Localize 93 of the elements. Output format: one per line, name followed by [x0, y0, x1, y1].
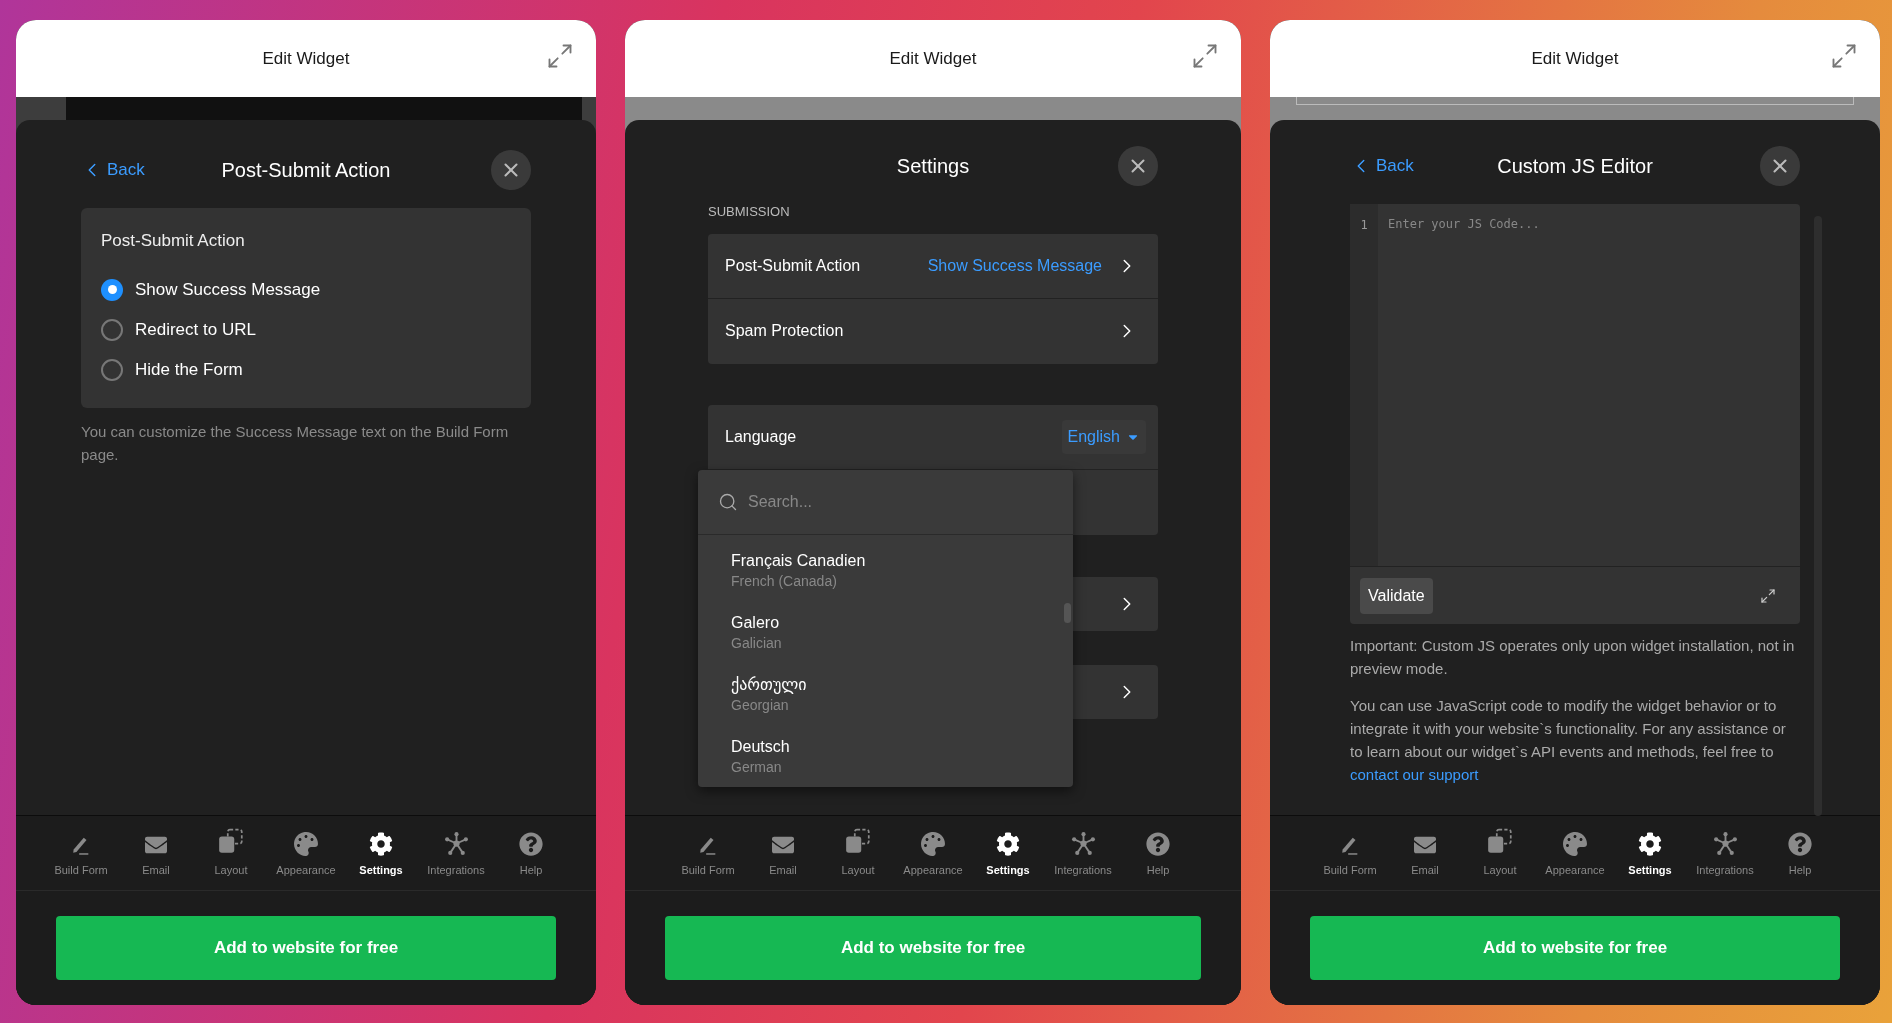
row-label: Language	[725, 426, 797, 447]
scrollbar[interactable]	[1814, 216, 1822, 816]
language-option[interactable]: Français Canadien French (Canada)	[698, 545, 1073, 597]
search-icon	[718, 492, 738, 512]
language-name: ქართული	[731, 675, 808, 695]
window-title: Edit Widget	[1531, 47, 1619, 70]
language-name: Français Canadien	[731, 551, 867, 571]
scrollbar-thumb[interactable]	[1064, 603, 1071, 623]
nav-tab[interactable]: Help	[1120, 827, 1196, 879]
nav-tab[interactable]: Layout	[820, 827, 896, 879]
nav-tab[interactable]: Email	[118, 827, 194, 879]
expand-button[interactable]	[1191, 42, 1219, 70]
close-button[interactable]	[1118, 146, 1158, 186]
expand-button[interactable]	[1830, 42, 1858, 70]
section-label: SUBMISSION	[708, 203, 791, 221]
expand-button[interactable]	[546, 42, 574, 70]
row-label: Post-Submit Action	[725, 255, 861, 276]
help-text: You can customize the Success Message text on the Build Form page.	[81, 421, 510, 465]
language-english-name: French (Canada)	[731, 572, 838, 591]
nav-tab[interactable]: Appearance	[268, 827, 344, 879]
sheet-title: Custom JS Editor	[1497, 154, 1653, 179]
important-note: Important: Custom JS operates only upon widget installation, not in preview mode.	[1350, 636, 1796, 679]
language-option[interactable]: Deutsch German	[698, 731, 1073, 783]
window-title: Edit Widget	[889, 47, 977, 70]
nav-tab[interactable]: Email	[1387, 827, 1463, 879]
network-icon	[1712, 830, 1738, 856]
radio-option[interactable]: Hide the Form	[101, 349, 511, 390]
sheet-title: Settings	[896, 154, 970, 179]
nav-tab[interactable]: Appearance	[895, 827, 971, 879]
line-number: 1	[1360, 217, 1368, 234]
settings-icon	[996, 831, 1020, 856]
nav-tab[interactable]: Build Form	[670, 827, 746, 879]
validate-button[interactable]: Validate	[1360, 577, 1433, 614]
window-title: Edit Widget	[262, 47, 350, 70]
palette-icon	[294, 831, 318, 856]
nav-tab[interactable]: Settings	[1612, 827, 1688, 879]
radio-button[interactable]	[101, 358, 123, 381]
nav-tab[interactable]: Settings	[970, 827, 1046, 879]
layout-icon	[1486, 827, 1514, 856]
language-english-name: Galician	[731, 634, 783, 653]
help-icon	[1788, 831, 1812, 856]
nav-tab[interactable]: Integrations	[1045, 827, 1121, 879]
row-value: Show Success Message	[927, 255, 1102, 276]
add-to-website-button[interactable]: Add to website for free	[56, 916, 556, 980]
add-to-website-button[interactable]: Add to website for free	[665, 916, 1201, 980]
help-icon	[519, 831, 543, 856]
nav-tab[interactable]: Appearance	[1537, 827, 1613, 879]
language-option[interactable]: Galero Galician	[698, 607, 1073, 659]
nav-tab[interactable]: Integrations	[418, 827, 494, 879]
card-title: Post-Submit Action	[101, 230, 246, 252]
network-icon	[1070, 830, 1096, 856]
back-link[interactable]: Back	[1350, 153, 1414, 179]
layout-icon	[844, 827, 872, 856]
language-name: Galero	[731, 613, 781, 633]
nav-tab[interactable]: Layout	[193, 827, 269, 879]
nav-tab[interactable]: Layout	[1462, 827, 1538, 879]
search-field[interactable]: Search...	[748, 490, 1008, 514]
code-editor[interactable]: 1 Enter your JS Code... Validate	[1350, 204, 1800, 624]
palette-icon	[921, 831, 945, 856]
support-link[interactable]: contact our support	[1350, 766, 1479, 783]
close-button[interactable]	[1760, 146, 1800, 186]
radio-option[interactable]: Redirect to URL	[101, 309, 511, 350]
nav-tab[interactable]: Email	[745, 827, 821, 879]
layout-icon	[217, 827, 245, 856]
sheet-title: Post-Submit Action	[221, 158, 391, 183]
nav-tab[interactable]: Settings	[343, 827, 419, 879]
expand-icon[interactable]	[1760, 587, 1776, 604]
language-name: Deutsch	[731, 737, 791, 757]
settings-row[interactable]: Language English	[708, 404, 1158, 470]
radio-option[interactable]: Show Success Message	[101, 269, 511, 310]
network-icon	[443, 830, 469, 856]
row-label: Spam Protection	[725, 321, 844, 341]
settings-icon	[1638, 831, 1662, 856]
language-english-name: Georgian	[731, 696, 790, 715]
nav-tab[interactable]: Help	[1762, 827, 1838, 879]
settings-row[interactable]: Post-Submit Action Show Success Message	[708, 233, 1158, 299]
nav-tab[interactable]: Help	[493, 827, 569, 879]
language-english-name: German	[731, 758, 783, 777]
language-select[interactable]: English	[1061, 419, 1146, 454]
back-link[interactable]: Back	[81, 157, 145, 183]
nav-tab[interactable]: Build Form	[1312, 827, 1388, 879]
language-option[interactable]: ქართული Georgian	[698, 669, 1073, 721]
help-icon	[1146, 831, 1170, 856]
nav-tab[interactable]: Build Form	[43, 827, 119, 879]
settings-icon	[369, 831, 393, 856]
radio-button[interactable]	[101, 278, 123, 301]
radio-button[interactable]	[101, 318, 123, 341]
help-text: You can use JavaScript code to modify the widget behavior or to integrate it with your website`s functionality. For any assistance or to learn about our widget`s API events and methods, feel free to contact our support	[1350, 696, 1787, 785]
palette-icon	[1563, 831, 1587, 856]
nav-tab[interactable]: Integrations	[1687, 827, 1763, 879]
settings-row[interactable]: Spam Protection	[708, 298, 1158, 364]
add-to-website-button[interactable]: Add to website for free	[1310, 916, 1840, 980]
close-button[interactable]	[491, 150, 531, 190]
